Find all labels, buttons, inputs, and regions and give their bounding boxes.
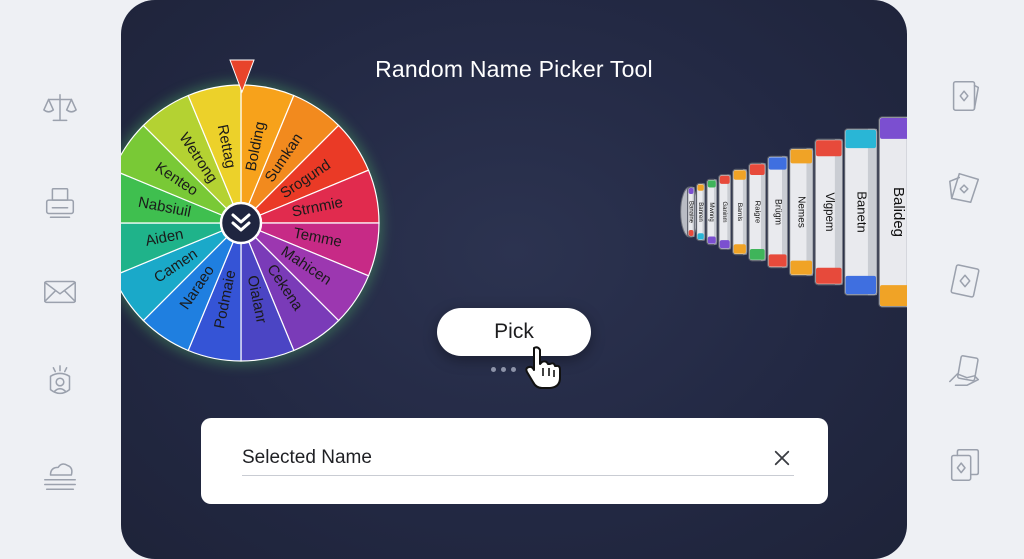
drum-tile: Bamls xyxy=(732,168,748,256)
playing-card-icon xyxy=(945,75,985,115)
drum-tile: Vlgpem xyxy=(814,138,844,286)
drum-name-label: Nemes xyxy=(796,196,807,228)
loading-dots xyxy=(491,367,516,372)
card-deck-icon xyxy=(945,445,985,485)
drum-tile: Balideg xyxy=(878,116,907,308)
drum-tile: Mwnng xyxy=(706,178,718,246)
mail-icon xyxy=(40,270,80,310)
drum-name-label: Brügm xyxy=(773,199,783,225)
drum-tile: Banren xyxy=(695,182,706,242)
cloud-layers-icon xyxy=(40,455,80,495)
picker-panel: Random Name Picker Tool Bolding Sumkan Sro… xyxy=(121,0,907,559)
person-badge-icon xyxy=(40,362,80,402)
card-diamond-icon xyxy=(945,260,985,300)
selected-name-label: Selected Name xyxy=(242,446,372,468)
printer-icon xyxy=(40,183,80,223)
drum-name-label: Banaine xyxy=(688,201,694,224)
wheel-pointer xyxy=(229,59,255,94)
result-card: Selected Name xyxy=(201,418,828,504)
drum-tile: Ganinm xyxy=(718,174,732,250)
drum-tile: Banaine xyxy=(687,186,696,238)
hand-cursor-icon xyxy=(525,346,561,389)
cards-hand-icon xyxy=(945,352,985,392)
drum-tile: Raigre xyxy=(748,162,767,262)
drum-tile: Brügm xyxy=(767,155,789,269)
close-icon xyxy=(774,450,790,465)
clear-button[interactable] xyxy=(772,448,792,468)
selected-name-field[interactable]: Selected Name xyxy=(242,440,794,476)
pick-button[interactable]: Pick xyxy=(437,308,591,356)
drum-name-label: Raigre xyxy=(753,201,762,224)
drum-name-label: Ganinm xyxy=(721,201,727,222)
playing-cards-icon xyxy=(945,167,985,207)
drum-name-label: Mwnng xyxy=(708,202,714,221)
spin-wheel[interactable]: Bolding Sumkan Srogund Strnmie Temme Mahicen C… xyxy=(121,59,383,365)
drum-tile: Nemes xyxy=(788,147,814,277)
scales-icon xyxy=(40,88,80,128)
drum-name-label: Balideg xyxy=(890,187,907,237)
drum-tile: Banetn xyxy=(844,128,878,296)
drum-name-label: Banetn xyxy=(854,191,869,233)
drum-name-label: Bamls xyxy=(736,203,743,222)
drum-name-label: Banren xyxy=(697,202,703,221)
drum-name-label: Vlgpem xyxy=(823,193,835,232)
name-drum[interactable]: Banaine Banren Mwnng Ganinm Bamls Raigre Brügm… xyxy=(539,112,907,322)
